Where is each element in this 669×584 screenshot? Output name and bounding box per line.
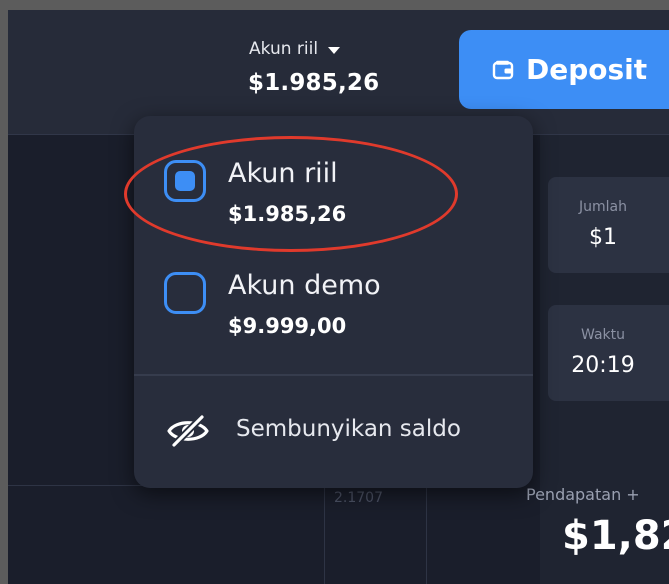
option-balance: $1.985,26 (228, 202, 347, 226)
chart-grid-line (324, 485, 325, 584)
deposit-label: Deposit (526, 53, 648, 86)
income-label: Pendapatan + (526, 485, 640, 504)
account-type-row: Akun riil (249, 38, 341, 60)
account-option-real[interactable]: Akun riil $1.985,26 (164, 154, 504, 244)
hide-balance-label: Sembunyikan saldo (236, 416, 461, 442)
account-type-label: Akun riil (249, 39, 319, 59)
time-box[interactable]: Waktu 20:19 (548, 305, 669, 401)
amount-value: $1 (589, 225, 617, 250)
chart-price-label: 2.1707 (334, 490, 383, 506)
time-label: Waktu (581, 327, 625, 343)
option-name: Akun riil (228, 158, 338, 189)
radio-unselected[interactable] (164, 272, 206, 314)
account-switcher[interactable]: Akun riil $1.985,26 (236, 38, 396, 104)
time-value: 20:19 (571, 353, 635, 378)
eye-slash-icon (167, 414, 209, 448)
trading-screen: Akun riil $1.985,26 Deposit 2.1707 Jumla… (8, 10, 669, 584)
account-option-demo[interactable]: Akun demo $9.999,00 (164, 266, 504, 356)
chart-grid-line (426, 485, 427, 584)
account-dropdown: Akun riil $1.985,26 Akun demo $9.999,00 … (134, 116, 533, 488)
option-balance: $9.999,00 (228, 314, 347, 338)
radio-selected[interactable] (164, 160, 206, 202)
radio-dot (175, 171, 195, 191)
dropdown-divider (134, 374, 533, 376)
trade-panel: Jumlah $1 Waktu 20:19 Pendapatan + $1,82 (526, 135, 669, 584)
amount-label: Jumlah (579, 199, 627, 215)
option-name: Akun demo (228, 270, 381, 301)
amount-box[interactable]: Jumlah $1 (548, 177, 669, 273)
header-balance: $1.985,26 (248, 70, 380, 96)
hide-balance-button[interactable]: Sembunyikan saldo (164, 406, 504, 456)
wallet-icon (492, 60, 514, 79)
deposit-button[interactable]: Deposit (459, 30, 669, 109)
caret-down-icon (328, 46, 341, 54)
income-value: $1,82 (562, 513, 669, 559)
